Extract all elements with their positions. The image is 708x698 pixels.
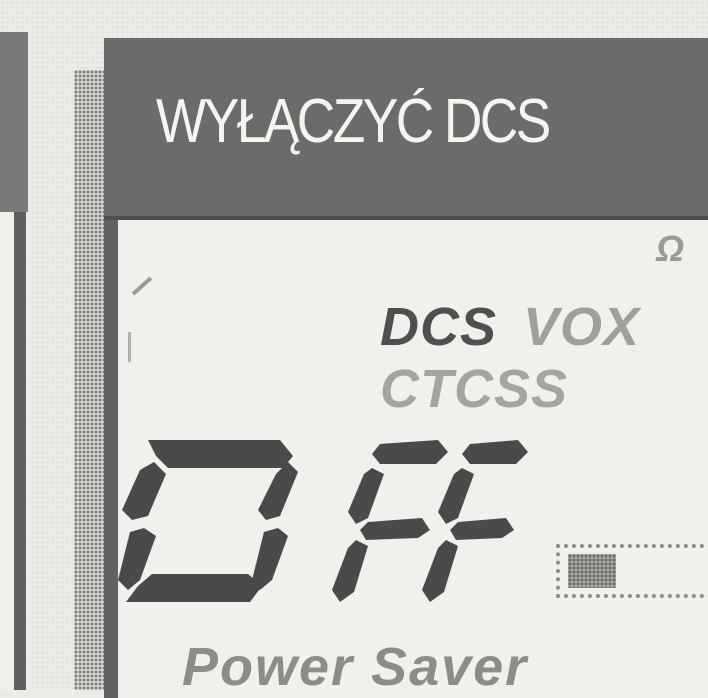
battery-level-fill <box>568 554 616 588</box>
previous-panel-header <box>0 32 28 212</box>
segment-readout <box>118 440 538 610</box>
power-saver-label: Power Saver <box>182 637 529 697</box>
page-title: WYŁĄCZYĆ DCS <box>156 87 551 156</box>
segment-digits-off <box>118 440 528 602</box>
segment-digit-o <box>118 440 298 602</box>
lcd-tick-mark <box>131 276 153 296</box>
segment-digit-f2 <box>422 440 528 602</box>
indicator-vox: VOX <box>523 297 641 357</box>
previous-panel <box>0 32 28 690</box>
radio-lcd-display: Ω DCS VOX CTCSS Power Saver <box>118 220 708 697</box>
battery-icon <box>556 544 708 598</box>
lcd-tick-mark <box>128 332 131 362</box>
previous-panel-border <box>14 212 26 690</box>
indicator-ctcss: CTCSS <box>380 359 569 419</box>
indicator-dcs: DCS <box>380 297 498 357</box>
lcd-top-symbol: Ω <box>656 228 687 269</box>
shaded-divider <box>74 70 106 690</box>
title-bar: WYŁĄCZYĆ DCS <box>104 38 708 220</box>
mode-indicators: DCS VOX CTCSS <box>380 296 640 420</box>
